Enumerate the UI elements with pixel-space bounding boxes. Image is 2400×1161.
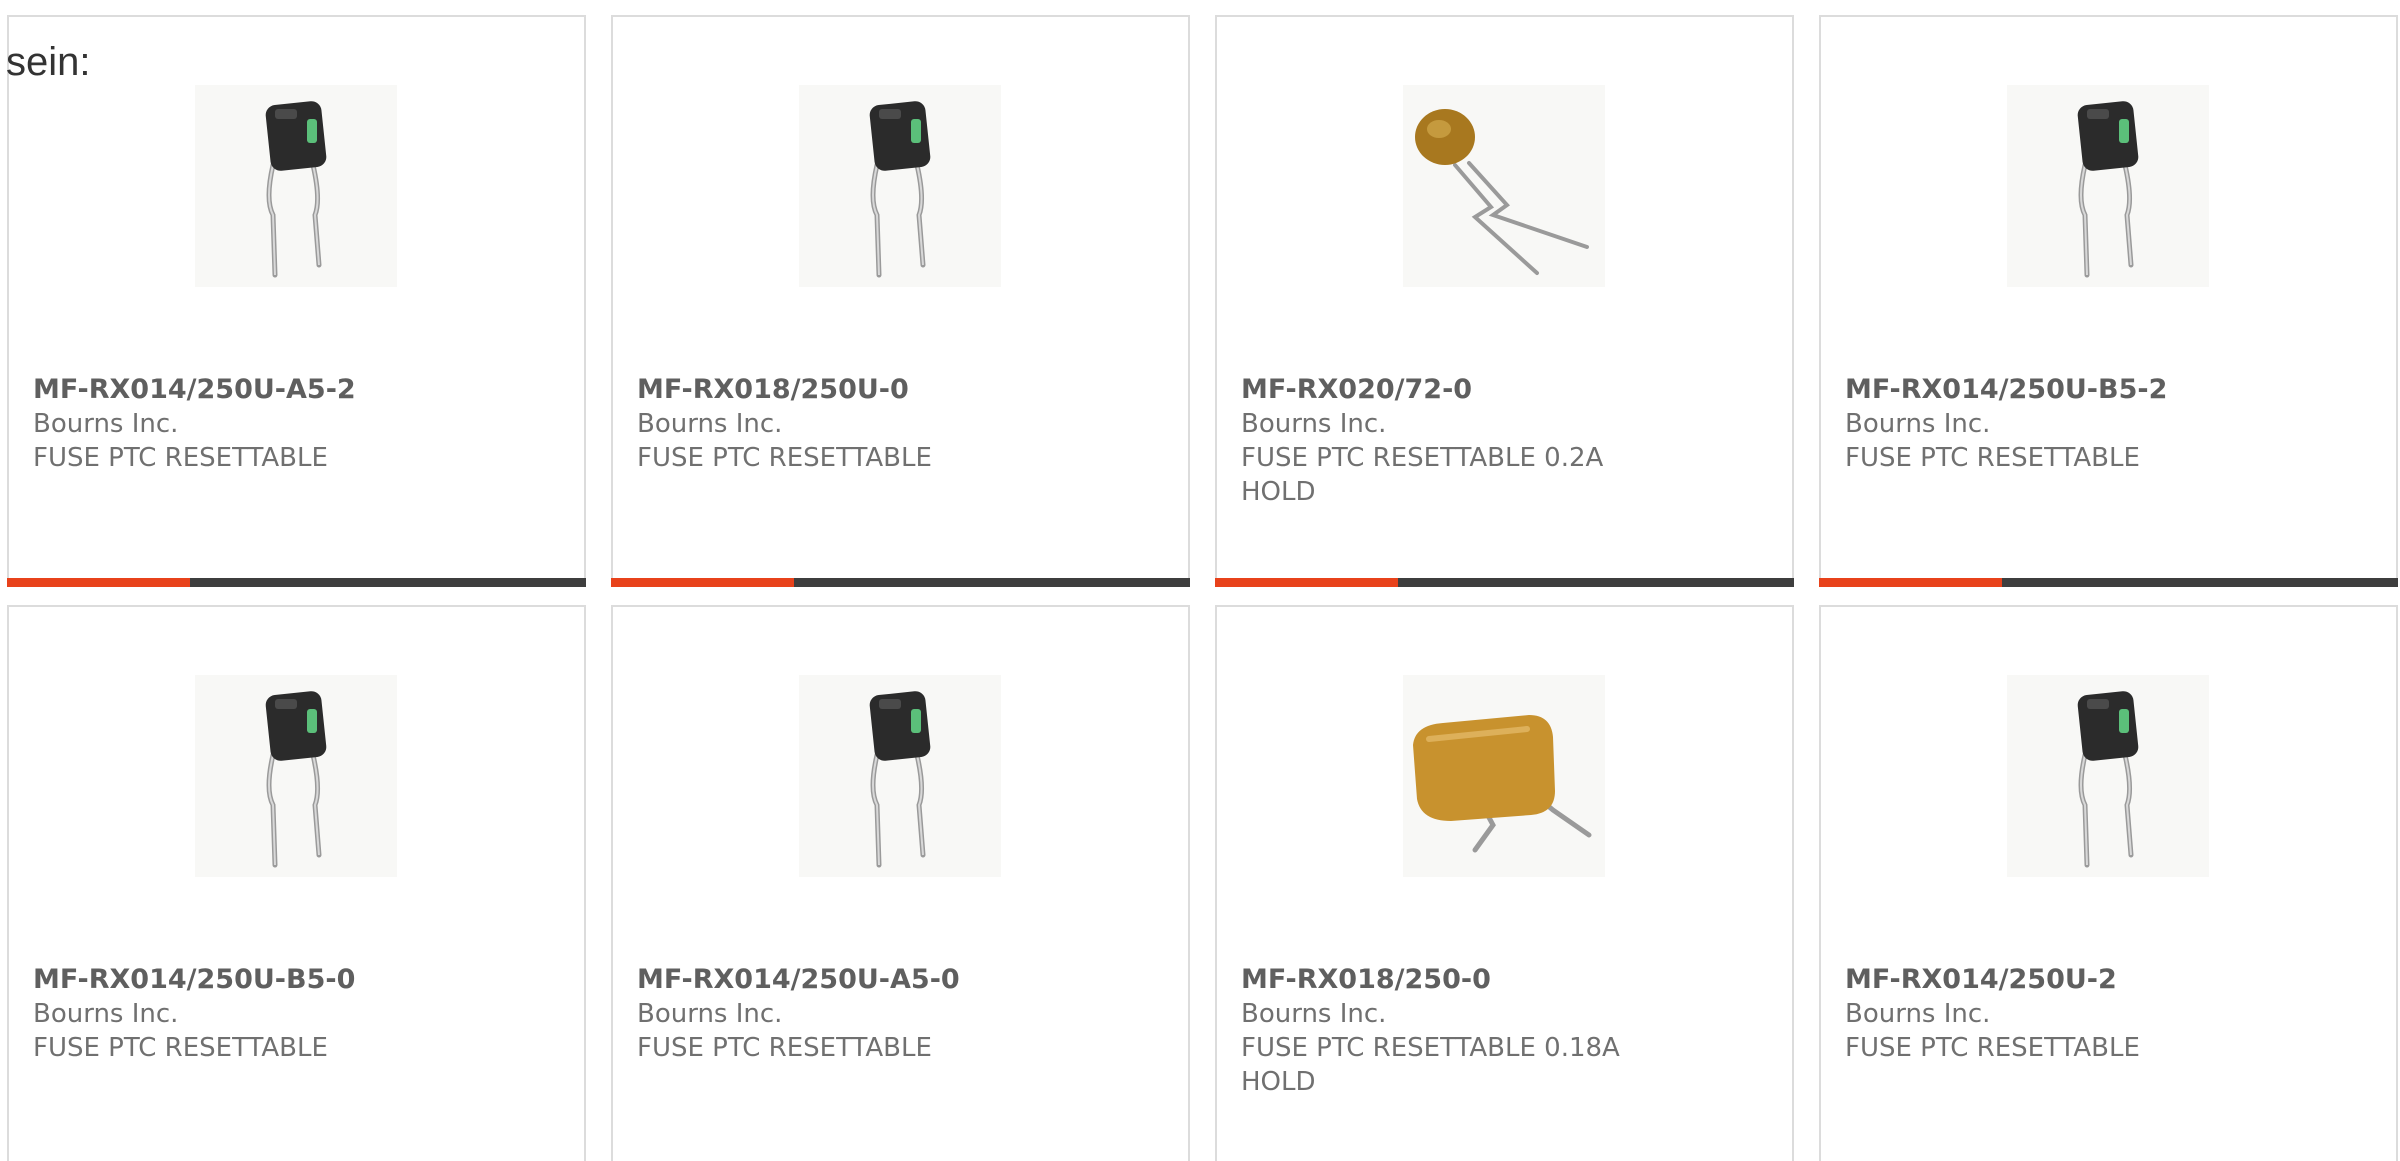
product-card[interactable]: MF-RX014/250U-B5-0 Bourns Inc. FUSE PTC RE… [7,605,586,1161]
card-footer-bar [7,578,586,587]
product-card[interactable]: MF-RX014/250U-A5-0 Bourns Inc. FUSE PTC RE… [611,605,1190,1161]
product-card[interactable]: MF-RX018/250-0 Bourns Inc. FUSE PTC RESETT… [1215,605,1794,1161]
part-number-link[interactable]: MF-RX014/250U-2 [1845,963,2117,997]
round-disc-ptc-image[interactable] [1403,85,1605,287]
product-card[interactable]: MF-RX014/250U-2 Bourns Inc. FUSE PTC RESET… [1819,605,2398,1161]
part-number-link[interactable]: MF-RX018/250U-0 [637,373,909,407]
product-card[interactable]: MF-RX014/250U-A5-2 Bourns Inc. FUSE PTC RE… [7,15,586,587]
part-number-link[interactable]: MF-RX014/250U-B5-2 [1845,373,2167,407]
square-radial-ptc-image[interactable] [195,675,397,877]
card-accent-bar [611,578,794,587]
product-grid: MF-RX014/250U-A5-2 Bourns Inc. FUSE PTC RE… [0,0,2400,1161]
square-radial-ptc-image[interactable] [799,85,1001,287]
square-radial-ptc-image[interactable] [799,675,1001,877]
product-description: FUSE PTC RESETTABLE [637,1033,932,1063]
manufacturer-name: Bourns Inc. [1241,409,1387,439]
manufacturer-name: Bourns Inc. [1845,409,1991,439]
product-description: FUSE PTC RESETTABLE [33,443,328,473]
manufacturer-name: Bourns Inc. [637,999,783,1029]
manufacturer-name: Bourns Inc. [637,409,783,439]
product-card[interactable]: MF-RX020/72-0 Bourns Inc. FUSE PTC RESETTA… [1215,15,1794,587]
square-radial-ptc-image[interactable] [195,85,397,287]
part-number-link[interactable]: MF-RX014/250U-B5-0 [33,963,355,997]
lead-text: sein: [6,40,91,84]
card-footer-bar [611,578,1190,587]
rect-disc-ptc-image[interactable] [1403,675,1605,877]
product-listing-page: MF-RX014/250U-A5-2 Bourns Inc. FUSE PTC RE… [0,0,2400,1161]
card-footer-bar [1819,578,2398,587]
product-card[interactable]: MF-RX018/250U-0 Bourns Inc. FUSE PTC RESET… [611,15,1190,587]
part-number-link[interactable]: MF-RX020/72-0 [1241,373,1472,407]
square-radial-ptc-image[interactable] [2007,675,2209,877]
card-accent-bar [1215,578,1398,587]
part-number-link[interactable]: MF-RX018/250-0 [1241,963,1491,997]
card-accent-bar [7,578,190,587]
manufacturer-name: Bourns Inc. [33,409,179,439]
card-accent-bar [1819,578,2002,587]
manufacturer-name: Bourns Inc. [33,999,179,1029]
product-description: FUSE PTC RESETTABLE [1845,1033,2140,1063]
product-description: FUSE PTC RESETTABLE 0.2A HOLD [1241,443,1604,507]
manufacturer-name: Bourns Inc. [1241,999,1387,1029]
product-description: FUSE PTC RESETTABLE [33,1033,328,1063]
product-description: FUSE PTC RESETTABLE 0.18A HOLD [1241,1033,1620,1097]
card-footer-bar [1215,578,1794,587]
square-radial-ptc-image[interactable] [2007,85,2209,287]
manufacturer-name: Bourns Inc. [1845,999,1991,1029]
part-number-link[interactable]: MF-RX014/250U-A5-2 [33,373,356,407]
part-number-link[interactable]: MF-RX014/250U-A5-0 [637,963,960,997]
product-description: FUSE PTC RESETTABLE [1845,443,2140,473]
product-card[interactable]: MF-RX014/250U-B5-2 Bourns Inc. FUSE PTC RE… [1819,15,2398,587]
product-description: FUSE PTC RESETTABLE [637,443,932,473]
